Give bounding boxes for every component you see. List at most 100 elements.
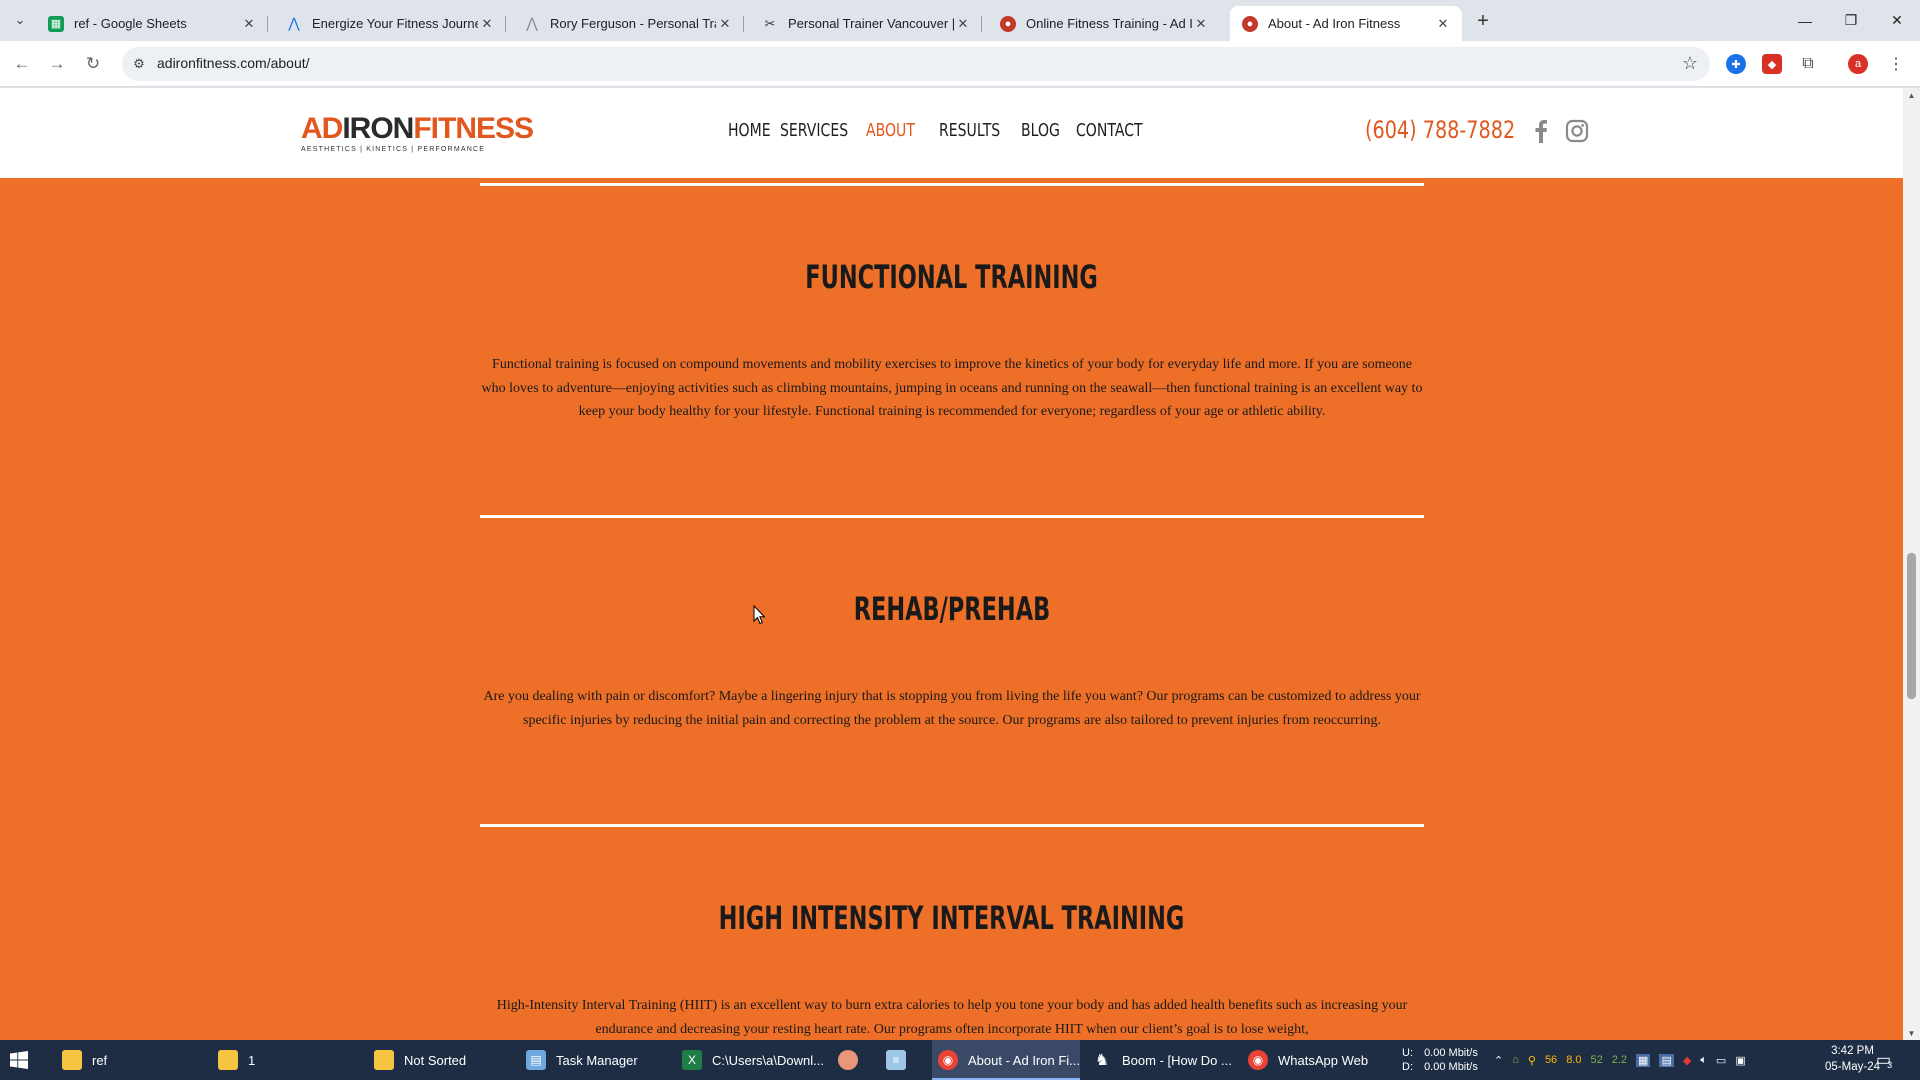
taskbar-app[interactable]: [838, 1040, 878, 1080]
main-menu: HOME SERVICES ABOUT RESULTS BLOG CONTACT: [728, 120, 1156, 141]
system-tray: ⌃ ⌂ ⚲ 56 8.0 52 2.2 ▦ ▤ ◆ 🔈︎ ▭ ▣: [1494, 1040, 1746, 1080]
trainer-icon: ✂: [764, 15, 776, 31]
excel-icon: X: [682, 1050, 702, 1070]
reload-icon[interactable]: ↻: [79, 50, 107, 78]
app-icon: [838, 1050, 858, 1070]
section-body-hiit: High-Intensity Interval Training (HIIT) …: [496, 998, 1408, 1037]
menu-results[interactable]: RESULTS: [939, 120, 1003, 141]
scroll-up-icon[interactable]: ▲: [1903, 88, 1920, 102]
phone-number[interactable]: (604) 788-7882: [1365, 116, 1515, 144]
tray-number-4: 2.2: [1611, 1054, 1628, 1066]
task-manager-icon: ▤: [526, 1050, 546, 1070]
section-title-hiit: HIGH INTENSITY INTERVAL TRAINING: [719, 899, 1185, 937]
page-scrollbar[interactable]: ▲ ▼: [1903, 88, 1920, 1040]
windows-taskbar: ref 1 Not Sorted ▤ Task Manager X C:\Use…: [0, 1040, 1920, 1080]
page-viewport: ADIRONFITNESS AESTHETICS | KINETICS | PE…: [0, 88, 1903, 1040]
restore-icon[interactable]: ❐: [1828, 0, 1874, 41]
taskbar-task-manager[interactable]: ▤ Task Manager: [526, 1040, 674, 1080]
taskbar-boom[interactable]: ♞ Boom - [How Do ...: [1092, 1040, 1240, 1080]
taskbar-notepad[interactable]: ≡: [886, 1040, 926, 1080]
extensions-puzzle-icon[interactable]: ⧉: [1798, 54, 1818, 74]
tray-grid-icon[interactable]: ▤: [1659, 1053, 1674, 1067]
logo-ad: AD: [301, 112, 343, 145]
tray-shield-icon[interactable]: ◆: [1683, 1054, 1691, 1067]
show-hidden-icon[interactable]: ⌃: [1494, 1054, 1503, 1067]
back-icon[interactable]: ←: [8, 50, 36, 78]
site-header: ADIRONFITNESS AESTHETICS | KINETICS | PE…: [0, 88, 1903, 178]
taskbar-chrome-about[interactable]: ◉ About - Ad Iron Fi...: [932, 1040, 1080, 1080]
globe-icon: ●: [1242, 15, 1258, 32]
network-speed: U: 0.00 Mbit/s D: 0.00 Mbit/s: [1402, 1047, 1478, 1073]
tab-energize[interactable]: ⋀ Energize Your Fitness Journey w ✕: [274, 6, 506, 41]
instagram-icon[interactable]: [1564, 118, 1590, 144]
forward-icon[interactable]: →: [43, 50, 71, 78]
tab-close-icon[interactable]: ✕: [240, 15, 258, 33]
site-info-icon[interactable]: ⚙: [130, 55, 148, 73]
arrow-logo-icon: ⋀: [288, 15, 300, 31]
network-icon[interactable]: ▣: [1735, 1054, 1745, 1067]
tab-personal-trainer[interactable]: ✂ Personal Trainer Vancouver | Wo ✕: [750, 6, 982, 41]
tab-ref-sheets[interactable]: ▦ ref - Google Sheets ✕: [36, 6, 268, 41]
tray-app-icon[interactable]: ⌂: [1512, 1054, 1519, 1066]
taskbar-whatsapp[interactable]: ◉ WhatsApp Web: [1248, 1040, 1396, 1080]
window-close-icon[interactable]: ✕: [1874, 0, 1920, 41]
browser-menu-icon[interactable]: ⋮: [1886, 54, 1906, 74]
tray-number-3: 52: [1590, 1054, 1603, 1066]
facebook-icon[interactable]: [1528, 118, 1554, 144]
chrome-icon: ◉: [938, 1050, 958, 1070]
menu-home[interactable]: HOME: [728, 120, 771, 141]
section-title-rehab: REHAB/PREHAB: [853, 590, 1051, 628]
globe-icon: ●: [1000, 15, 1016, 32]
folder-icon: [62, 1050, 82, 1070]
volume-icon[interactable]: 🔈︎: [1700, 1054, 1707, 1067]
profile-avatar[interactable]: a: [1848, 54, 1868, 74]
arrow-logo-icon: ⋀: [526, 15, 538, 31]
url-text[interactable]: adironfitness.com/about/: [157, 55, 310, 71]
tab-strip: ⌄ ▦ ref - Google Sheets ✕ ⋀ Energize You…: [0, 0, 1920, 41]
tab-close-icon[interactable]: ✕: [478, 15, 496, 33]
scrollbar-thumb[interactable]: [1907, 553, 1916, 699]
tab-about-active[interactable]: ● About - Ad Iron Fitness ✕: [1230, 6, 1462, 41]
chrome-icon: ◉: [1248, 1050, 1268, 1070]
tab-close-icon[interactable]: ✕: [716, 15, 734, 33]
folder-icon: [374, 1050, 394, 1070]
taskbar-1[interactable]: 1: [218, 1040, 366, 1080]
menu-blog[interactable]: BLOG: [1021, 120, 1064, 141]
section-divider: [480, 183, 1424, 186]
tab-close-icon[interactable]: ✕: [954, 15, 972, 33]
menu-services[interactable]: SERVICES: [780, 120, 848, 141]
extension-icon[interactable]: ✚: [1726, 54, 1746, 74]
mouse-cursor-icon: [753, 605, 766, 625]
tab-close-icon[interactable]: ✕: [1434, 15, 1452, 33]
sheets-icon: ▦: [48, 15, 64, 32]
logo-iron: IRON: [342, 112, 414, 145]
tab-close-icon[interactable]: ✕: [1192, 15, 1210, 33]
tab-rory-ferguson[interactable]: ⋀ Rory Ferguson - Personal Traini ✕: [512, 6, 744, 41]
menu-about[interactable]: ABOUT: [866, 120, 923, 141]
tab-search-icon[interactable]: ⌄: [8, 8, 32, 32]
logo-tagline: AESTHETICS | KINETICS | PERFORMANCE: [301, 146, 486, 153]
tab-online-fitness[interactable]: ● Online Fitness Training - Ad Iro ✕: [988, 6, 1220, 41]
taskbar-excel[interactable]: X C:\Users\a\Downl...: [682, 1040, 830, 1080]
section-body-rehab: Are you dealing with pain or discomfort?…: [483, 689, 1421, 728]
bookmark-star-icon[interactable]: ☆: [1682, 53, 1698, 74]
tray-number-2: 8.0: [1566, 1054, 1582, 1066]
minimize-icon[interactable]: —: [1782, 0, 1828, 41]
site-logo[interactable]: ADIRONFITNESS AESTHETICS | KINETICS | PE…: [301, 112, 537, 154]
menu-contact[interactable]: CONTACT: [1076, 120, 1143, 141]
taskbar-clock[interactable]: 3:42 PM 05-May-24: [1825, 1043, 1880, 1075]
taskbar-ref[interactable]: ref: [62, 1040, 210, 1080]
section-body-functional: Functional training is focused on compou…: [481, 357, 1423, 419]
scroll-down-icon[interactable]: ▼: [1903, 1026, 1920, 1040]
notification-center-icon[interactable]: ▭ 3: [1876, 1040, 1892, 1080]
tray-calendar-icon[interactable]: ▦: [1636, 1053, 1651, 1067]
start-button[interactable]: [10, 1040, 38, 1080]
taskbar-not-sorted[interactable]: Not Sorted: [374, 1040, 522, 1080]
new-tab-button[interactable]: +: [1470, 8, 1496, 34]
tray-search-icon[interactable]: ⚲: [1528, 1054, 1536, 1067]
folder-icon: [218, 1050, 238, 1070]
shield-extension-icon[interactable]: ◆: [1762, 54, 1782, 74]
browser-toolbar: ← → ↻ ⚙ adironfitness.com/about/ ☆ ✚ ◆ ⧉…: [0, 41, 1920, 87]
battery-icon[interactable]: ▭: [1716, 1054, 1726, 1067]
address-bar[interactable]: ⚙ adironfitness.com/about/ ☆: [122, 47, 1710, 81]
